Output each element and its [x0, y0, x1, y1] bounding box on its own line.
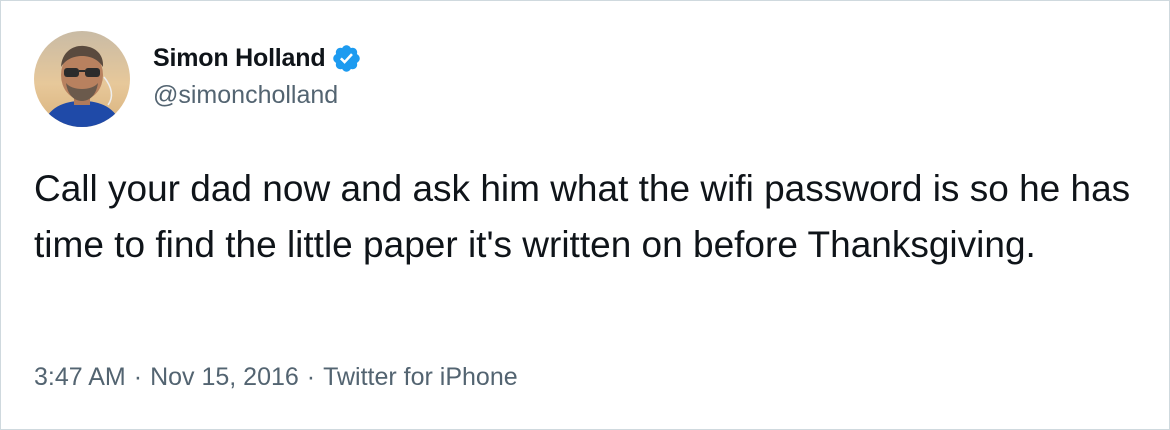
tweet-date[interactable]: Nov 15, 2016 [150, 363, 299, 392]
meta-separator: · [306, 363, 316, 391]
tweet-time[interactable]: 3:47 AM [34, 363, 126, 392]
verified-badge-icon [331, 43, 362, 74]
tweet-metadata: 3:47 AM · Nov 15, 2016 · Twitter for iPh… [34, 363, 518, 392]
tweet-card: Simon Holland @simoncholland Call your d… [0, 0, 1170, 430]
avatar-image [34, 31, 130, 127]
name-row: Simon Holland [153, 39, 362, 77]
tweet-source[interactable]: Twitter for iPhone [323, 363, 518, 392]
display-name[interactable]: Simon Holland [153, 44, 326, 73]
user-handle[interactable]: @simoncholland [153, 81, 362, 110]
meta-separator: · [133, 363, 143, 391]
author-block: Simon Holland @simoncholland [153, 39, 362, 110]
avatar[interactable] [34, 31, 130, 127]
tweet-text: Call your dad now and ask him what the w… [34, 168, 1131, 265]
